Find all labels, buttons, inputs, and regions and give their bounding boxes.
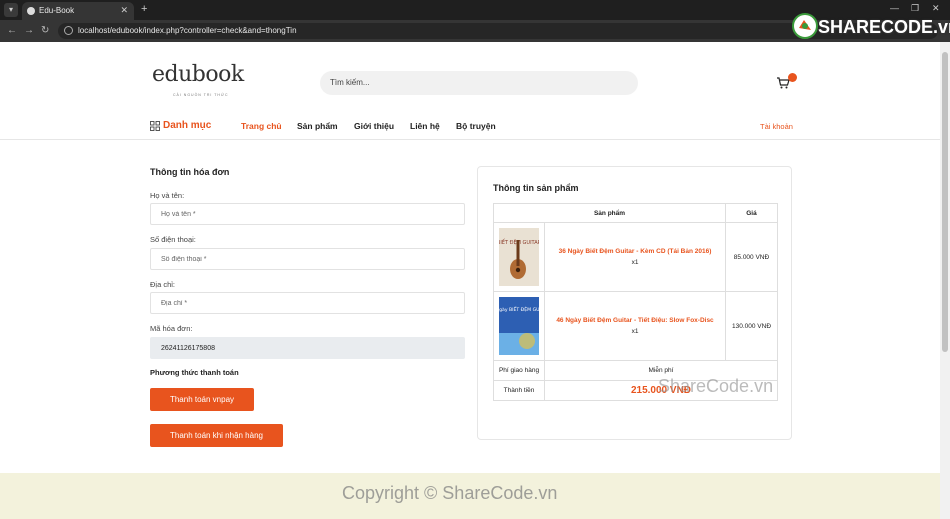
phone-field[interactable] <box>150 248 465 270</box>
search-placeholder: Tìm kiếm... <box>330 78 370 87</box>
favicon-icon <box>27 7 35 15</box>
watermark-bottom: Copyright © ShareCode.vn <box>342 483 558 503</box>
payment-method-title: Phương thức thanh toán <box>150 368 239 377</box>
watermark-middle: ShareCode.vn <box>658 376 774 396</box>
page-content: edubook CẢI NGUỒN TRI THỨC Tìm kiếm... D… <box>0 42 940 519</box>
total-label: Thành tiền <box>493 380 545 401</box>
product-name-link[interactable]: 36 Ngày Biết Đệm Guitar - Kèm CD (Tái Bả… <box>545 248 725 255</box>
product-info-title: Thông tin sản phẩm <box>493 183 579 193</box>
vnpay-button[interactable]: Thanh toán vnpay <box>150 388 254 411</box>
col-price-header: Giá <box>725 203 778 223</box>
sharecode-logo-icon <box>792 13 818 39</box>
book-cover-image[interactable]: BIẾT ĐỆM GUITAR <box>499 228 539 286</box>
product-image-cell: 46 Ngày BIẾT ĐỆM GUITAR <box>493 291 545 361</box>
nav-item-home[interactable]: Trang chủ <box>241 121 282 131</box>
window-close-icon[interactable]: ✕ <box>932 3 940 14</box>
page-scrollbar[interactable] <box>940 42 950 519</box>
product-quantity: x1 <box>631 259 639 266</box>
product-price: 85.000 VNĐ <box>725 222 778 292</box>
forward-icon[interactable]: → <box>24 25 34 36</box>
name-label: Họ và tên: <box>150 191 185 200</box>
invoice-form-title: Thông tin hóa đơn <box>150 167 230 177</box>
new-tab-icon[interactable]: + <box>141 3 147 15</box>
url-text: localhost/edubook/index.php?controller=c… <box>78 26 297 35</box>
main-nav: Danh mục Trang chủ Sản phẩm Giới thiệu L… <box>0 110 940 140</box>
product-table: Sản phẩm Giá BIẾT ĐỆM GUITAR 36 Ngày Biế… <box>493 203 778 401</box>
search-input[interactable]: Tìm kiếm... <box>320 71 638 95</box>
back-icon[interactable]: ← <box>7 25 17 36</box>
watermark-top: SHARECODE.vn <box>818 17 950 37</box>
table-header-row: Sản phẩm Giá <box>493 203 778 223</box>
phone-label: Số điện thoại: <box>150 235 196 244</box>
account-link[interactable]: Tài khoản <box>760 122 793 131</box>
address-label: Địa chỉ: <box>150 280 176 289</box>
logo-tagline: CẢI NGUỒN TRI THỨC <box>173 93 229 97</box>
invoice-code-label: Mã hóa đơn: <box>150 324 193 333</box>
scrollbar-thumb[interactable] <box>942 52 948 352</box>
product-name-link[interactable]: 46 Ngày Biết Đệm Guitar - Tiết Điệu: Slo… <box>545 317 725 324</box>
table-row: BIẾT ĐỆM GUITAR 36 Ngày Biết Đệm Guitar … <box>493 222 778 292</box>
nav-item-about[interactable]: Giới thiệu <box>354 121 394 131</box>
col-product-header: Sản phẩm <box>493 203 726 223</box>
cart-badge <box>788 73 797 82</box>
address-field[interactable] <box>150 292 465 314</box>
restore-icon[interactable]: ❐ <box>911 3 919 14</box>
product-name-cell: 36 Ngày Biết Đệm Guitar - Kèm CD (Tái Bả… <box>544 222 726 292</box>
site-logo[interactable]: edubook <box>152 62 244 87</box>
cod-button[interactable]: Thanh toán khi nhận hàng <box>150 424 283 447</box>
tab-close-icon[interactable]: ✕ <box>120 5 128 16</box>
product-name-cell: 46 Ngày Biết Đệm Guitar - Tiết Điệu: Slo… <box>544 291 726 361</box>
product-price: 130.000 VNĐ <box>725 291 778 361</box>
browser-tab[interactable]: Edu-Book ✕ <box>22 2 134 20</box>
category-menu[interactable]: Danh mục <box>163 120 211 131</box>
grid-icon <box>150 121 160 131</box>
tab-title: Edu-Book <box>39 6 75 15</box>
book-cover-image[interactable]: 46 Ngày BIẾT ĐỆM GUITAR <box>499 297 539 355</box>
nav-item-series[interactable]: Bộ truyện <box>456 121 496 131</box>
minimize-icon[interactable]: — <box>890 3 899 13</box>
product-info-card: Thông tin sản phẩm Sản phẩm Giá BIẾT ĐỆM… <box>477 166 792 440</box>
product-quantity: x1 <box>631 328 639 335</box>
name-field[interactable] <box>150 203 465 225</box>
nav-item-products[interactable]: Sản phẩm <box>297 121 338 131</box>
invoice-code-field <box>150 337 465 359</box>
reload-icon[interactable]: ↻ <box>41 25 49 36</box>
nav-item-contact[interactable]: Liên hệ <box>410 121 440 131</box>
tab-search-button[interactable]: ▾ <box>4 3 18 17</box>
product-image-cell: BIẾT ĐỆM GUITAR <box>493 222 545 292</box>
site-info-icon[interactable] <box>64 26 73 35</box>
table-row: 46 Ngày BIẾT ĐỆM GUITAR 46 Ngày Biết Đệm… <box>493 291 778 361</box>
shipping-label: Phí giao hàng <box>493 360 545 381</box>
